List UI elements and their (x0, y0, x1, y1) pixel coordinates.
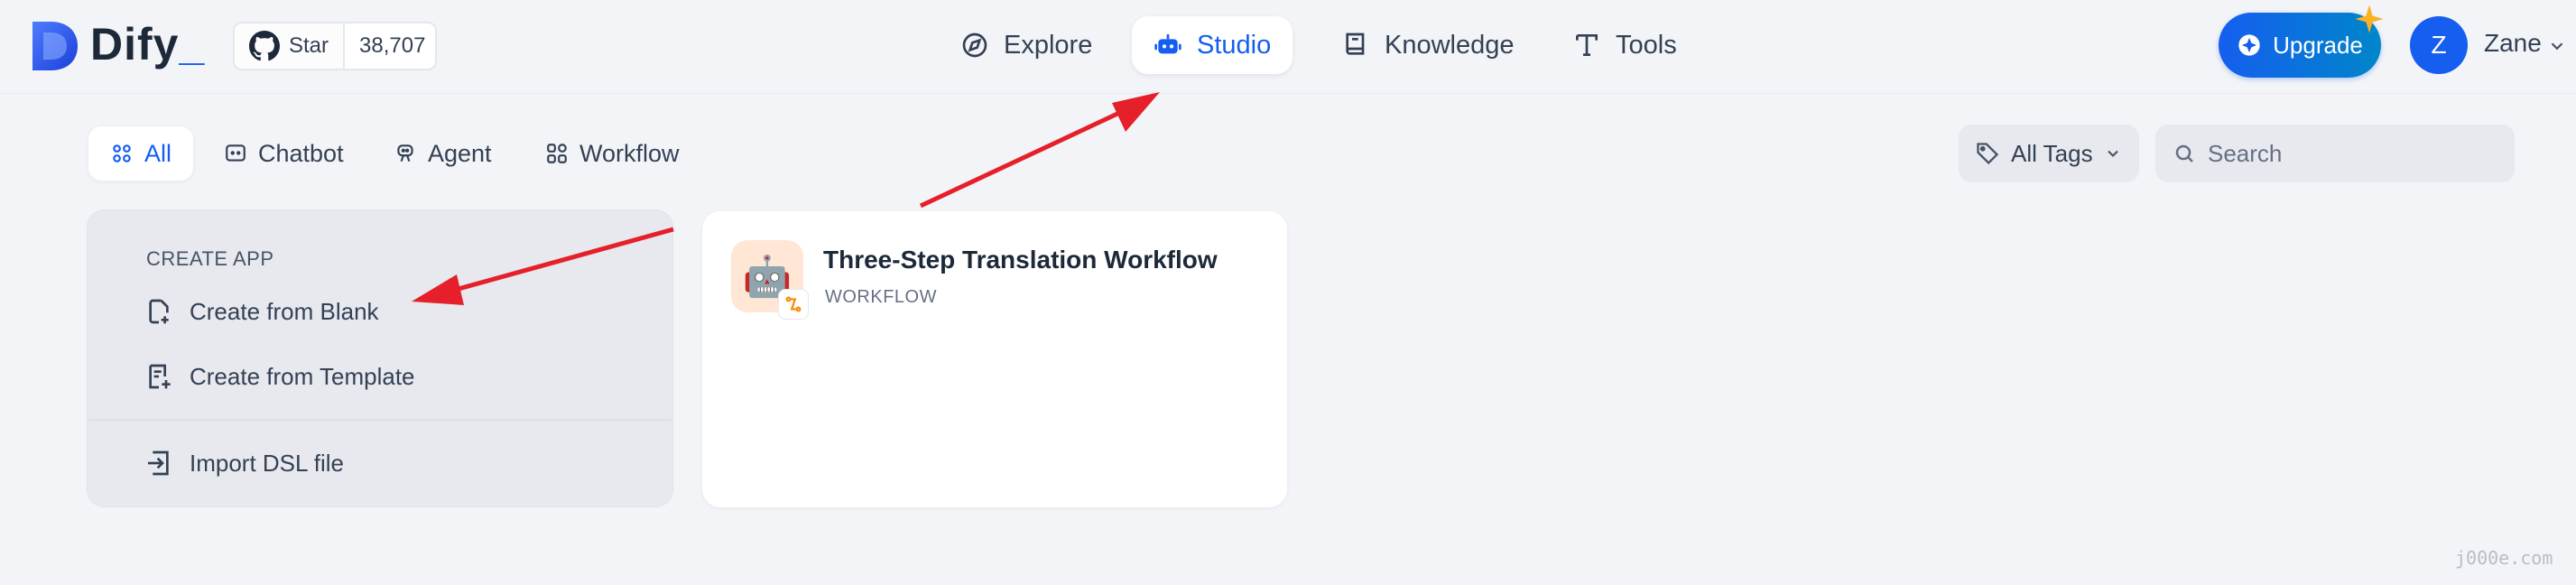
template-icon (149, 364, 171, 389)
import-icon (148, 450, 169, 476)
github-star-count: 38,707 (359, 33, 426, 58)
chat-icon (226, 144, 246, 162)
search-input[interactable] (2208, 139, 2497, 168)
app-title: Three-Step Translation Workflow (823, 246, 1218, 274)
dify-logo-icon[interactable] (31, 20, 79, 72)
create-app-heading: CREATE APP (146, 247, 274, 270)
sparkle-icon (2355, 5, 2384, 33)
github-star-label: Star (289, 33, 329, 58)
github-icon (249, 31, 280, 61)
search-box[interactable] (2155, 125, 2515, 182)
divider (88, 419, 672, 421)
watermark: j000e.com (2455, 547, 2553, 569)
robot-icon (1154, 34, 1181, 54)
import-dsl-button[interactable]: Import DSL file (144, 442, 344, 484)
github-star-button[interactable]: Star 38,707 (233, 22, 437, 70)
tab-workflow[interactable]: Workflow (524, 126, 701, 181)
workflow-icon (547, 144, 567, 163)
chevron-down-icon (2107, 150, 2118, 157)
create-from-blank-button[interactable]: Create from Blank (144, 291, 379, 332)
tab-chatbot[interactable]: Chatbot (202, 126, 366, 181)
agent-icon (397, 144, 413, 162)
nav-knowledge[interactable]: Knowledge (1320, 16, 1536, 74)
search-icon (2175, 144, 2193, 162)
app-type-label: WORKFLOW (825, 287, 937, 307)
tab-agent[interactable]: Agent (372, 126, 514, 181)
tag-icon (1977, 143, 1999, 165)
brand-name[interactable]: Dify_ (90, 18, 205, 70)
user-name[interactable]: Zane (2484, 29, 2542, 58)
tools-icon (1576, 34, 1598, 56)
book-icon (1346, 32, 1365, 55)
workflow-badge-icon (778, 289, 809, 320)
avatar[interactable]: Z (2410, 16, 2468, 74)
chevron-down-icon[interactable] (2547, 36, 2567, 56)
file-plus-icon (149, 299, 169, 324)
arrow-to-studio (919, 92, 1160, 209)
tab-all[interactable]: All (88, 126, 194, 181)
all-tags-dropdown[interactable]: All Tags (1959, 125, 2139, 182)
grid-icon (113, 144, 131, 162)
create-from-template-button[interactable]: Create from Template (144, 356, 415, 397)
nav-studio[interactable]: Studio (1132, 16, 1293, 74)
nav-explore[interactable]: Explore (939, 16, 1114, 74)
upgrade-icon (2238, 34, 2260, 56)
nav-tools[interactable]: Tools (1551, 16, 1699, 74)
compass-icon (962, 32, 987, 58)
